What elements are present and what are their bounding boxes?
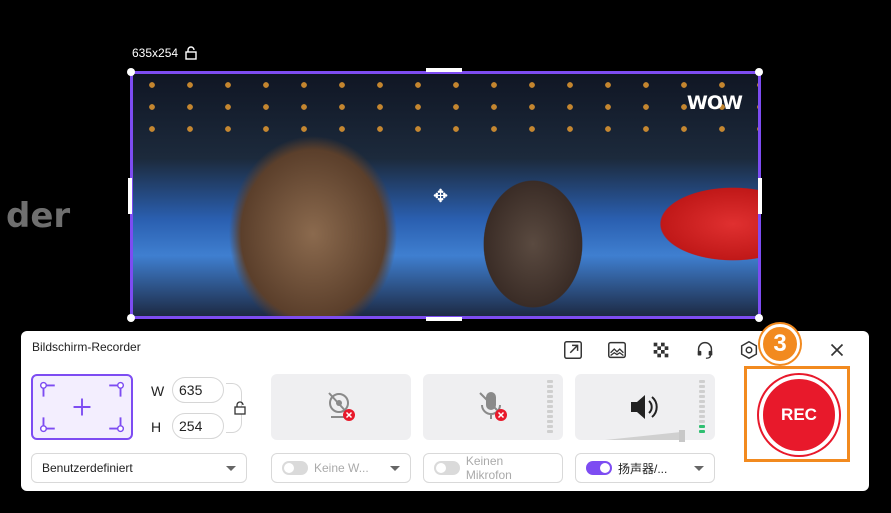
width-label: W [151,383,165,399]
record-button[interactable]: REC [759,375,839,455]
unlock-icon[interactable] [184,46,198,60]
custom-region-button[interactable] [31,374,133,440]
resize-handle-tr[interactable] [755,68,763,76]
speaker-select-value: 扬声器/... [618,461,668,476]
studio-lights [133,74,758,144]
width-input[interactable]: 635 [172,377,224,403]
screen: der 635x254 WOW ✥ Bildschirm-Recorder 3 … [0,0,891,513]
crop-region-icon [39,381,125,433]
settings-icon [740,340,758,360]
resize-handle-br[interactable] [755,314,763,322]
speaker-toggle[interactable] [586,461,612,475]
step-badge: 3 [760,324,800,364]
speaker-select[interactable]: 扬声器/... [575,453,715,483]
panel-title: Bildschirm-Recorder [32,340,141,354]
chevron-down-icon [390,465,400,471]
webcam-card[interactable] [271,374,411,440]
aspect-lock-icon[interactable] [233,401,247,415]
mosaic-icon [653,342,669,358]
webcam-off-icon [328,392,355,421]
chevron-down-icon [226,465,236,471]
speaker-icon [631,395,658,419]
close-button[interactable] [815,337,859,363]
toolbar [551,337,859,363]
screenshot-button[interactable] [595,337,639,363]
speaker-level-meter [699,380,705,434]
speaker-card[interactable] [575,374,715,442]
mosaic-button[interactable] [639,337,683,363]
close-icon [830,343,844,357]
resize-handle-tl[interactable] [127,68,135,76]
wow-logo: WOW [686,92,743,114]
microphone-select[interactable]: Keinen Mikrofon [423,453,563,483]
export-button[interactable] [551,337,595,363]
resize-handle-right[interactable] [758,178,762,214]
chevron-down-icon [694,465,704,471]
resize-handle-top[interactable] [426,68,462,72]
microphone-card[interactable] [423,374,563,440]
speaker-volume-slider[interactable] [605,430,705,442]
mic-level-meter [547,380,553,434]
webcam-select-value: Keine W... [314,461,369,475]
support-icon [697,341,713,359]
resize-handle-bottom[interactable] [426,317,462,321]
export-icon [564,341,582,359]
microphone-off-icon [479,392,507,421]
screenshot-icon [608,341,626,359]
webcam-select[interactable]: Keine W... [271,453,411,483]
height-label: H [151,419,162,435]
capture-mode-select[interactable]: Benutzerdefiniert [31,453,247,483]
recorder-panel: Bildschirm-Recorder 3 W 635 H 254 Benutz… [21,324,869,491]
capture-size-text: 635x254 [132,46,179,60]
microphone-toggle[interactable] [434,461,460,475]
capture-mode-value: Benutzerdefiniert [42,461,133,475]
support-button[interactable] [683,337,727,363]
capture-size-label: 635x254 [132,46,198,60]
move-cursor-icon[interactable]: ✥ [433,186,448,207]
height-input[interactable]: 254 [172,413,224,439]
microphone-select-value: Keinen Mikrofon [465,454,512,482]
webcam-toggle[interactable] [282,461,308,475]
capture-region[interactable]: WOW ✥ [130,71,761,319]
resize-handle-bl[interactable] [127,314,135,322]
background-text: der [6,196,71,236]
resize-handle-left[interactable] [128,178,132,214]
